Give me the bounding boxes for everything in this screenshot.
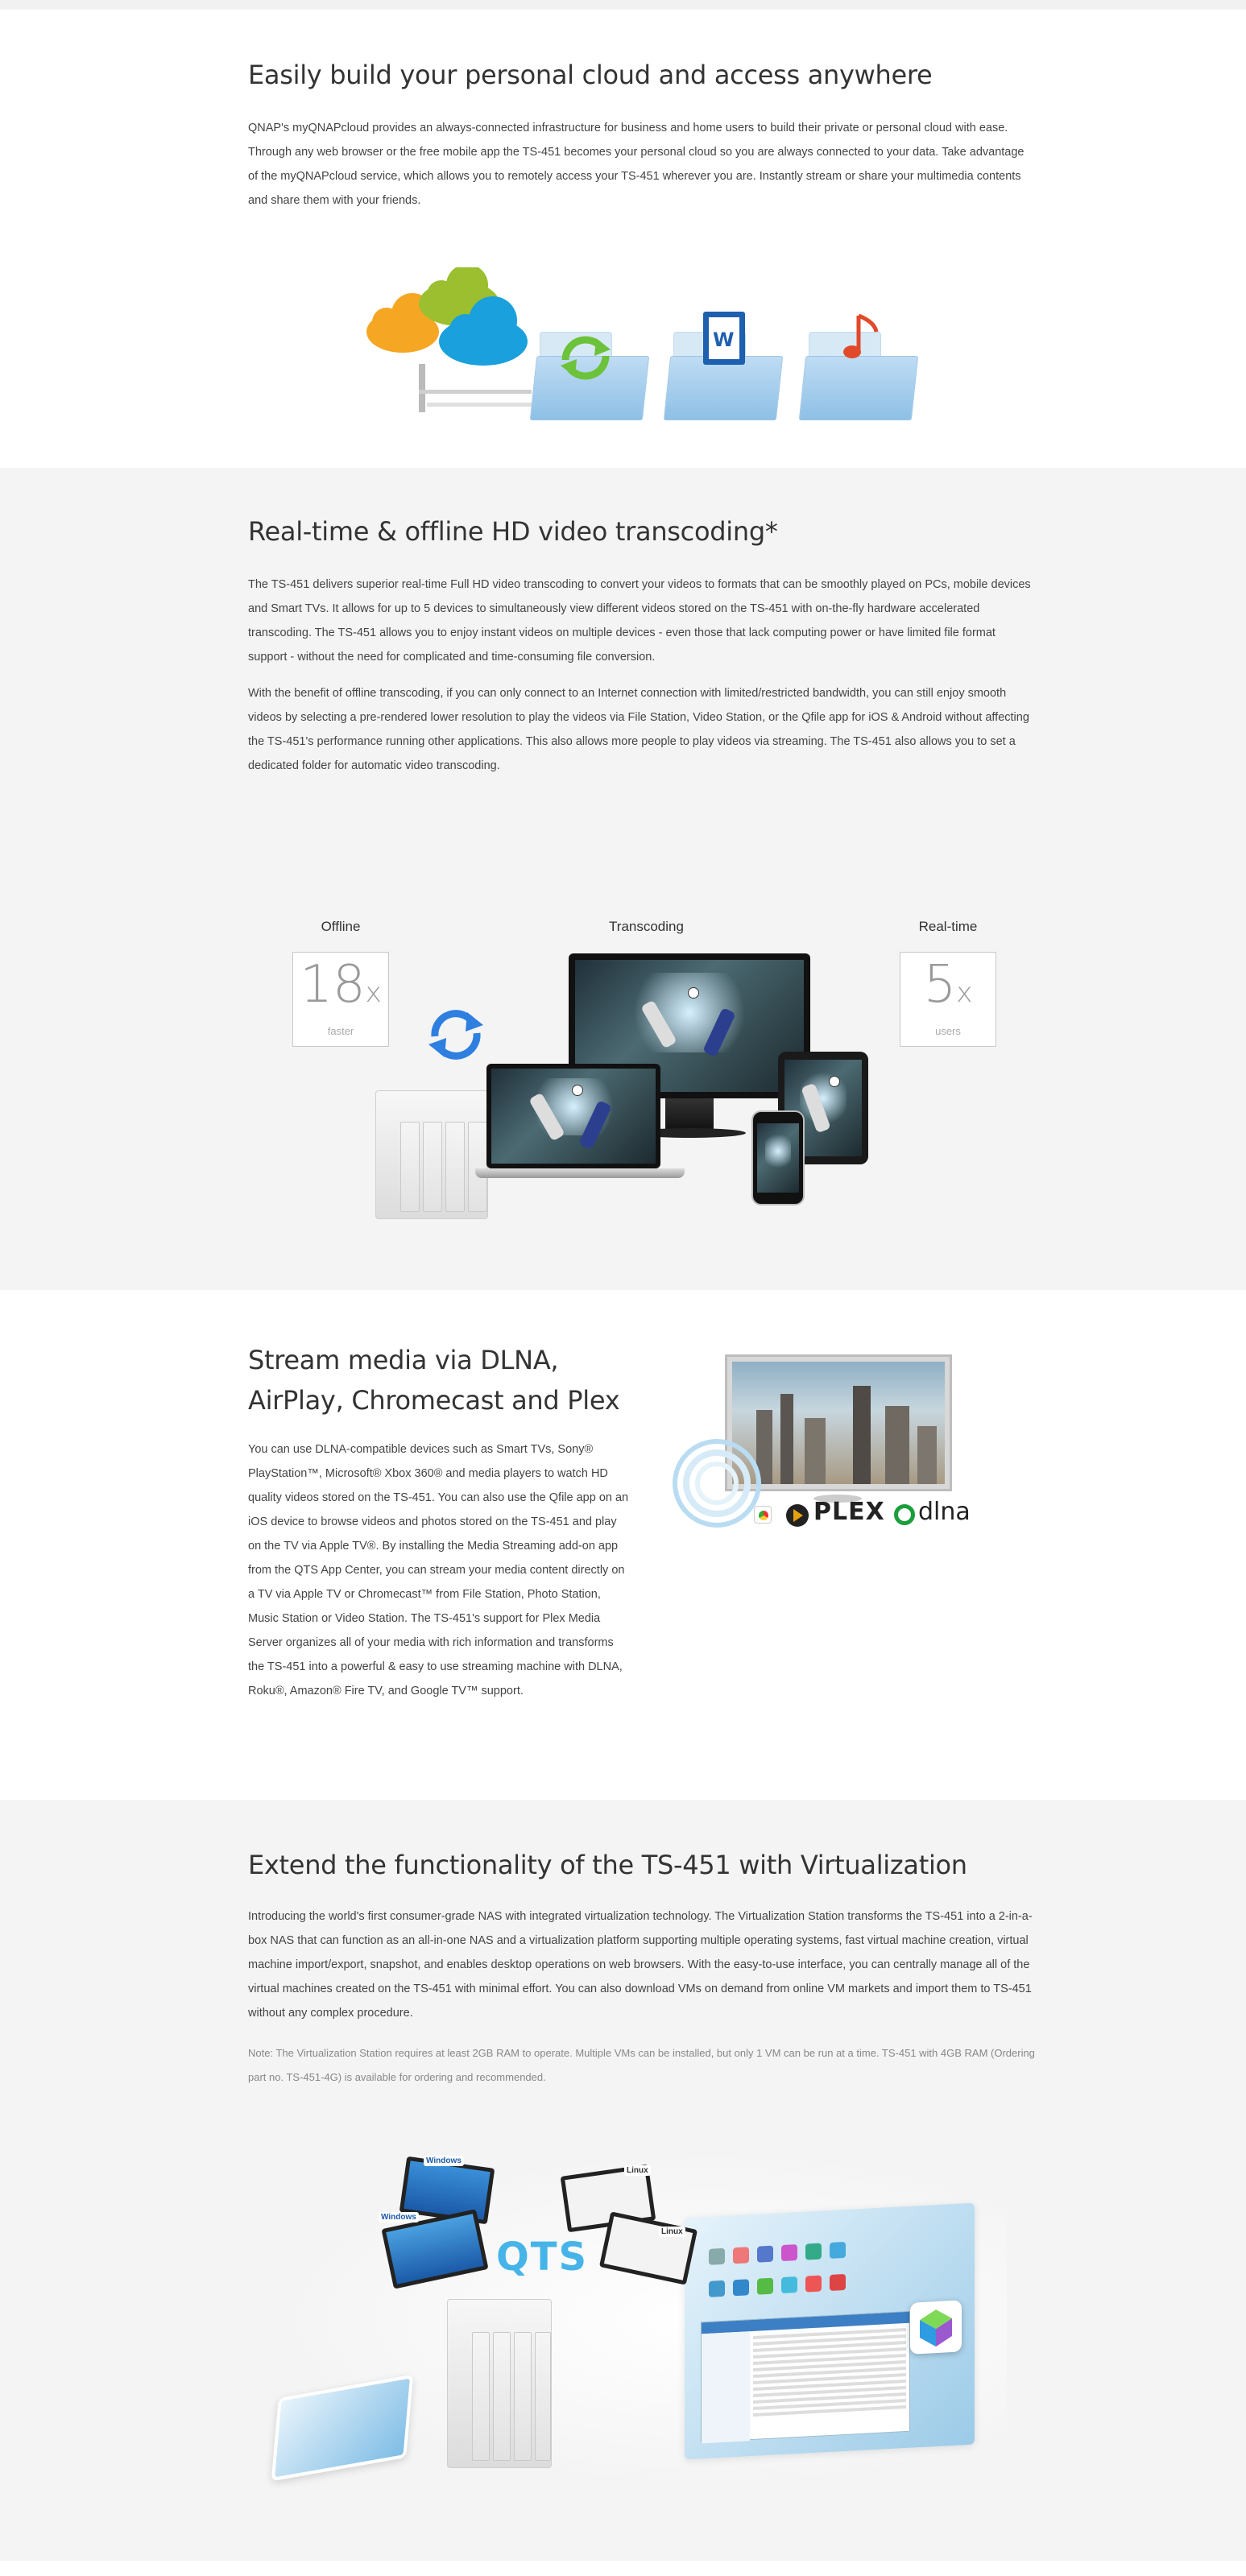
document-icon: W — [703, 312, 745, 365]
refresh-icon — [428, 1010, 483, 1060]
section-body: Introducing the world's first consumer-g… — [248, 1910, 1033, 2020]
section-title-line1: Stream media via DLNA, — [248, 1345, 559, 1375]
bottom-strip — [0, 2561, 1246, 2576]
transcoding-label: Transcoding — [609, 919, 684, 934]
tablet-device — [271, 2374, 414, 2482]
dlna-logo: dlna — [918, 1498, 971, 1526]
section-body-1: The TS-451 delivers superior real-time F… — [248, 578, 1031, 664]
sync-icon — [561, 336, 611, 380]
offline-sub: faster — [327, 1025, 354, 1037]
nas-device — [375, 1090, 488, 1219]
sync-folder — [529, 332, 650, 420]
realtime-label: Real-time — [918, 919, 978, 934]
chromecast-icon — [754, 1506, 772, 1524]
dlna-icon — [894, 1504, 915, 1525]
realtime-value: 5 — [923, 955, 957, 1015]
windows-badge-2: Windows — [424, 2156, 464, 2166]
section-title: Stream media via DLNA, AirPlay, Chromeca… — [248, 1340, 620, 1420]
section-title: Extend the functionality of the TS-451 w… — [248, 1850, 967, 1880]
offline-value: 18 — [300, 955, 366, 1015]
virtualization-station-icon — [910, 2300, 962, 2355]
laptop-device — [486, 1064, 660, 1168]
section-title-line2: AirPlay, Chromecast and Plex — [248, 1385, 620, 1416]
qts-logo: QTS — [496, 2235, 589, 2280]
vm-table — [701, 2310, 910, 2444]
section-body-2: With the benefit of offline transcoding,… — [248, 687, 1029, 772]
offline-label: Offline — [321, 919, 361, 934]
document-folder: W — [663, 312, 784, 420]
virtualization-illustration: QTS Windows Windows Linux Linux — [266, 2146, 1007, 2492]
section-streaming: Stream media via DLNA, AirPlay, Chromeca… — [0, 1290, 1246, 1800]
realtime-unit: x — [956, 977, 973, 1009]
section-note: Note: The Virtualization Station require… — [248, 2047, 1035, 2083]
linux-badge-2: Linux — [659, 2227, 685, 2237]
section-body: QNAP's myQNAPcloud provides an always-co… — [248, 122, 1025, 207]
section-transcoding: Real-time & offline HD video transcoding… — [0, 468, 1246, 1290]
cloud-illustration: W — [354, 264, 934, 420]
offline-unit: x — [365, 977, 382, 1009]
laptop-linux-2 — [598, 2211, 698, 2285]
plex-icon — [786, 1504, 809, 1527]
section-virtualization: Extend the functionality of the TS-451 w… — [0, 1800, 1246, 2561]
phone-device — [751, 1110, 805, 1205]
offline-stat: 18x faster — [292, 952, 389, 1047]
windows-badge-1: Windows — [379, 2212, 419, 2222]
qts-desktop — [685, 2202, 975, 2460]
music-folder — [798, 313, 919, 420]
linux-badge-1: Linux — [624, 2165, 651, 2176]
music-icon — [843, 313, 879, 358]
section-personal-cloud: Easily build your personal cloud and acc… — [0, 10, 1246, 468]
top-strip — [0, 0, 1246, 10]
section-title: Easily build your personal cloud and acc… — [248, 60, 933, 90]
svg-text:W: W — [713, 329, 734, 351]
realtime-sub: users — [935, 1025, 961, 1037]
realtime-stat: 5x users — [900, 952, 996, 1047]
nas-device — [447, 2299, 552, 2468]
section-title: Real-time & offline HD video transcoding… — [248, 516, 778, 547]
section-body: You can use DLNA-compatible devices such… — [248, 1443, 629, 1697]
airplay-icon — [673, 1439, 761, 1528]
plex-logo: PLEX — [813, 1498, 885, 1526]
